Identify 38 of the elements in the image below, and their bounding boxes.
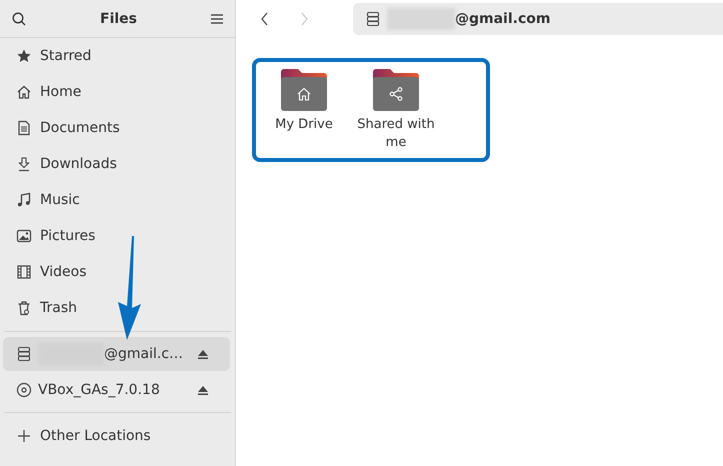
server-icon (16, 346, 32, 362)
sidebar-item[interactable]: Other Locations (0, 418, 235, 454)
plus-icon (16, 428, 32, 444)
sidebar-item[interactable]: Music (0, 182, 235, 218)
sidebar-item[interactable]: Pictures (0, 218, 235, 254)
sidebar-item[interactable]: @gmail.c… (3, 337, 230, 371)
eject-icon[interactable] (198, 386, 208, 394)
trash-icon (16, 300, 32, 316)
folder-item[interactable]: My Drive (266, 68, 342, 152)
location-text: @gmail.com (455, 11, 550, 27)
search-icon[interactable] (12, 12, 26, 26)
path-bar[interactable]: @gmail.com (353, 3, 723, 35)
shared-folder-icon (372, 68, 420, 112)
sidebar-item[interactable]: Documents (0, 110, 235, 146)
folder-item[interactable]: Shared with me (348, 68, 444, 152)
sidebar-item[interactable]: Downloads (0, 146, 235, 182)
home-folder-icon (280, 68, 328, 112)
pictures-icon (16, 228, 32, 244)
folder-name: Shared with me (356, 116, 436, 152)
window-title: Files (100, 10, 137, 26)
disc-icon (16, 382, 32, 398)
folder-name: My Drive (274, 116, 334, 134)
menu-icon[interactable] (211, 14, 223, 24)
sidebar-item[interactable]: Starred (0, 38, 235, 74)
video-icon (16, 264, 32, 280)
sidebar-item[interactable]: Home (0, 74, 235, 110)
sidebar-item[interactable]: Trash (0, 290, 235, 326)
chevron-left-icon (260, 12, 268, 26)
star-icon (16, 48, 32, 64)
sidebar-item[interactable]: VBox_GAs_7.0.18 (3, 373, 230, 407)
eject-icon[interactable] (198, 350, 208, 358)
download-icon (16, 156, 32, 172)
server-icon (365, 11, 381, 27)
document-icon (16, 120, 32, 136)
chevron-right-icon (301, 12, 309, 26)
home-icon (16, 84, 32, 100)
sidebar-item[interactable]: Videos (0, 254, 235, 290)
music-icon (16, 192, 32, 208)
